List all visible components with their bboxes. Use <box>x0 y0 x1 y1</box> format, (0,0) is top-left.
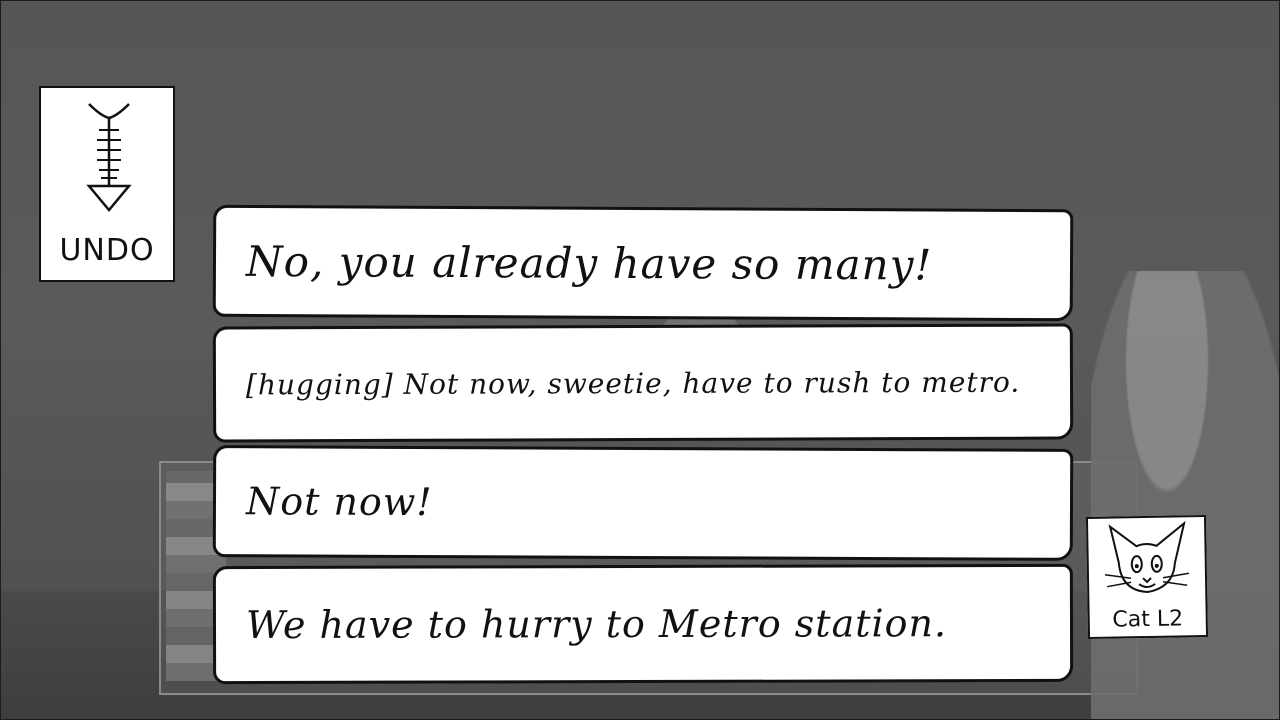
character-card: Cat L2 <box>1085 514 1209 640</box>
dialogue-option-2[interactable]: [hugging] Not now, sweetie, have to rush… <box>212 323 1074 443</box>
dialogue-options: No, you already have so many! [hugging] … <box>212 204 1074 689</box>
dialogue-option-text: No, you already have so many! <box>245 236 933 290</box>
dialogue-option-4[interactable]: We have to hurry to Metro station. <box>212 563 1074 685</box>
dialogue-option-text: [hugging] Not now, sweetie, have to rush… <box>245 365 1021 401</box>
game-scene: UNDO No, you already have so many! [hugg… <box>0 0 1280 720</box>
character-label: Cat L2 <box>1112 606 1184 633</box>
fishbone-arrow-icon <box>86 103 132 212</box>
background-character-figure <box>1091 271 1279 719</box>
dialogue-option-3[interactable]: Not now! <box>212 445 1074 561</box>
undo-label: UNDO <box>59 233 155 268</box>
dialogue-option-1[interactable]: No, you already have so many! <box>212 204 1074 322</box>
cat-face-icon <box>1104 521 1190 594</box>
dialogue-option-text: Not now! <box>245 479 433 525</box>
dialogue-option-text: We have to hurry to Metro station. <box>245 601 948 648</box>
undo-button[interactable]: UNDO <box>39 86 175 282</box>
